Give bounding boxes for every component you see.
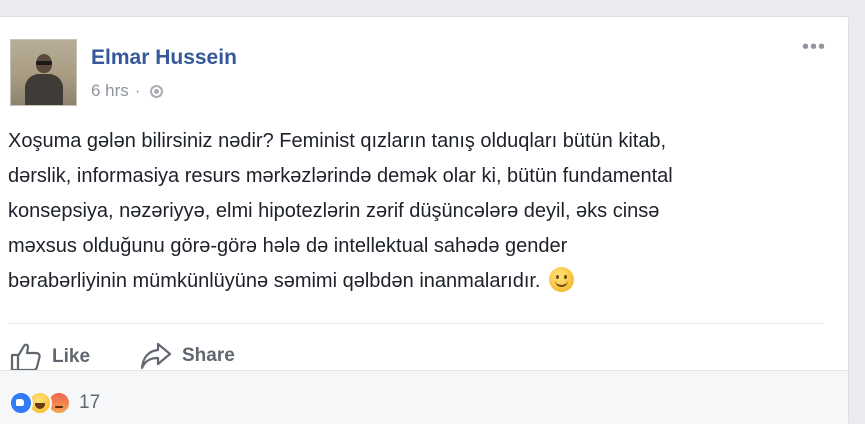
- avatar-figure-glasses: [36, 61, 52, 65]
- post-card: Elmar Hussein 6 hrs · ••• Xoşuma gələn b…: [0, 16, 849, 424]
- share-label: Share: [182, 345, 235, 366]
- post-meta: 6 hrs ·: [91, 81, 164, 101]
- post-text-line: dərslik, informasiya resurs mərkəzlərind…: [8, 165, 673, 187]
- post-text-line: Xoşuma gələn bilirsiniz nədir? Feminist …: [8, 130, 667, 152]
- author-name-link[interactable]: Elmar Hussein: [91, 46, 237, 70]
- like-reaction-icon: [9, 391, 33, 415]
- avatar-figure-body: [25, 74, 63, 105]
- action-divider: [8, 323, 824, 324]
- reactions-summary[interactable]: 17: [9, 391, 100, 415]
- like-label: Like: [52, 346, 91, 367]
- post-body-text: Xoşuma gələn bilirsiniz nədir? Feminist …: [8, 124, 828, 299]
- meta-separator: ·: [134, 81, 141, 100]
- thumbs-up-icon: [10, 343, 41, 372]
- reaction-count: 17: [79, 392, 101, 413]
- share-button[interactable]: Share: [140, 342, 235, 370]
- post-text-line: konsepsiya, nəzəriyyə, elmi hipotezlərin…: [8, 200, 660, 222]
- post-timestamp[interactable]: 6 hrs: [91, 81, 129, 101]
- share-arrow-icon: [140, 342, 172, 370]
- post-options-button[interactable]: •••: [802, 37, 826, 57]
- like-button[interactable]: Like: [10, 342, 90, 372]
- author-avatar[interactable]: [10, 39, 77, 106]
- reactions-footer: 17: [0, 370, 848, 424]
- globe-icon[interactable]: [150, 84, 164, 98]
- post-text-line: məxsus olduğunu görə-görə hələ də intell…: [8, 235, 568, 257]
- post-text-line: bərabərliyinin mümkünlüyünə səmimi qəlbd…: [8, 270, 541, 292]
- post-text-line-last: bərabərliyinin mümkünlüyünə səmimi qəlbd…: [8, 264, 828, 299]
- smile-emoji-icon: [548, 267, 574, 292]
